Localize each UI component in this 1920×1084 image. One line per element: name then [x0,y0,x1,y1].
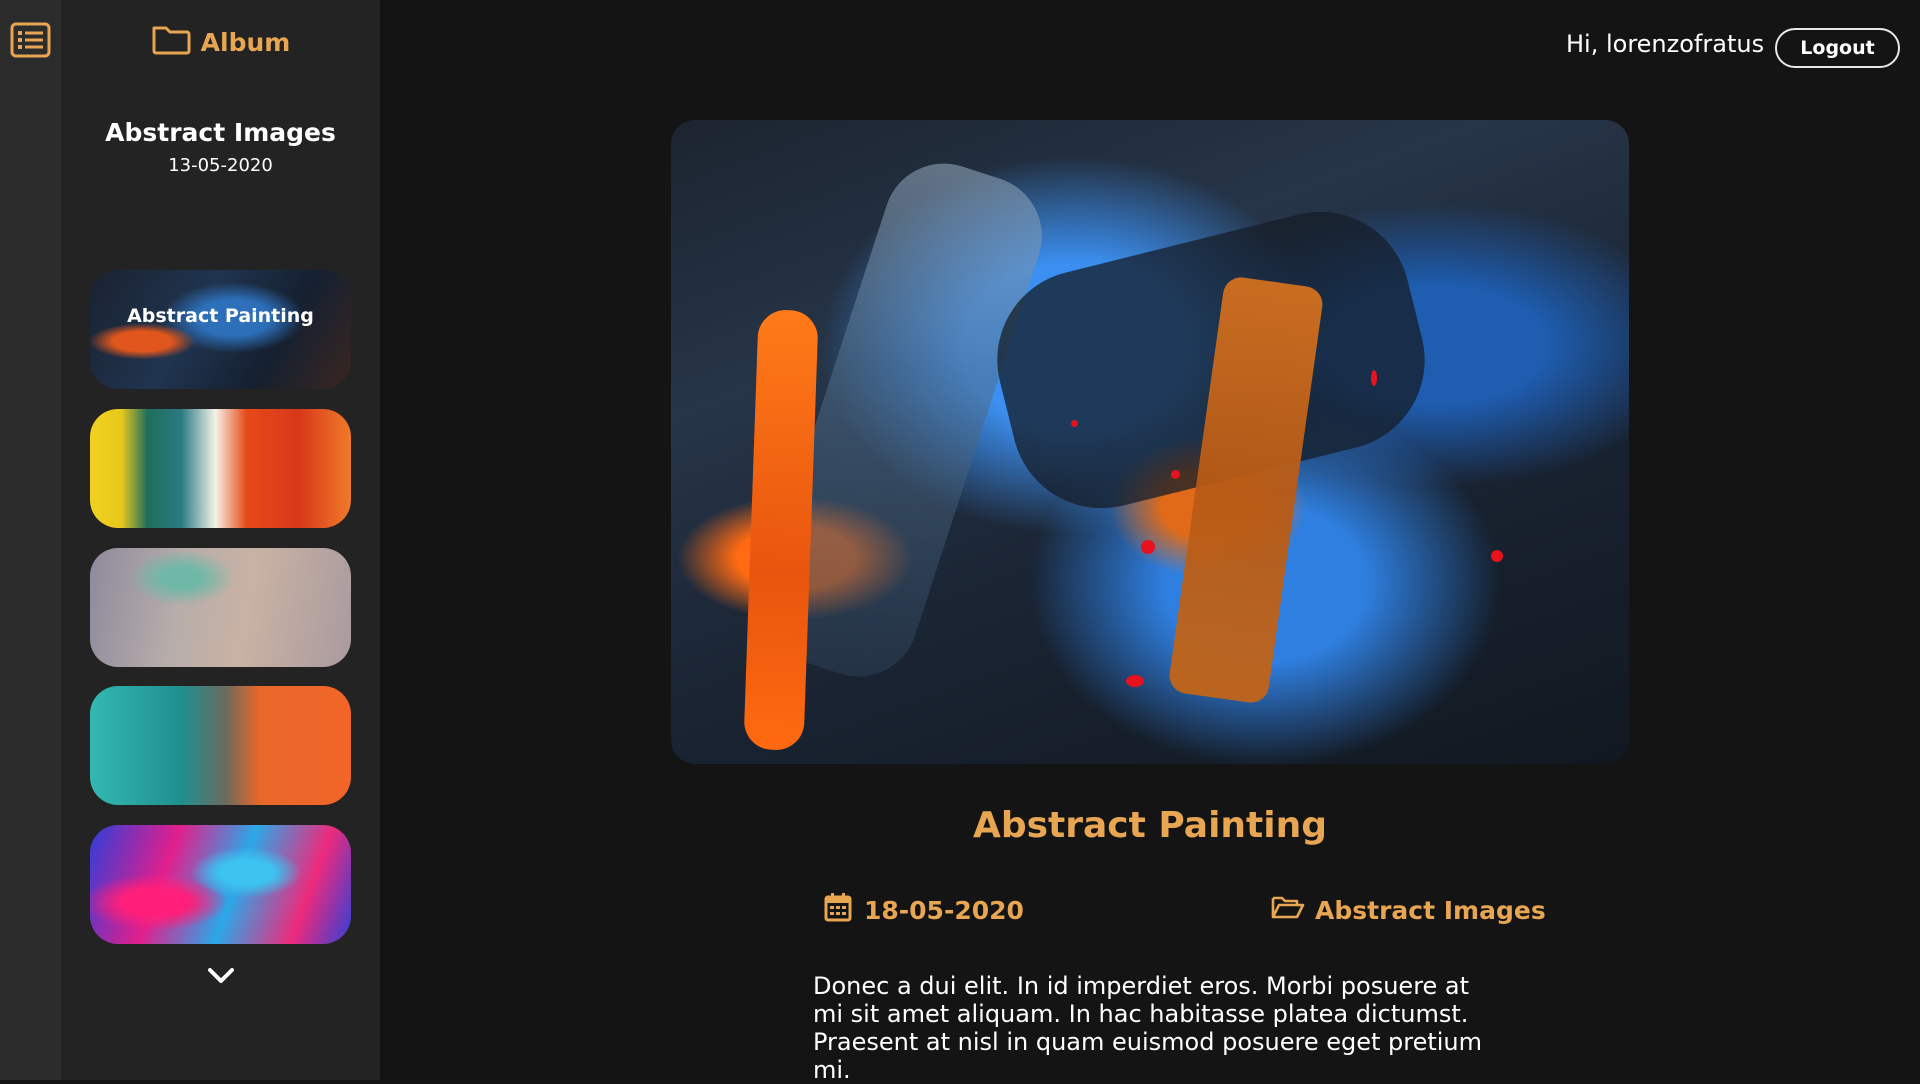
user-greeting: Hi, lorenzofratus [1566,30,1765,58]
list-icon[interactable] [10,22,51,58]
thumbnail-abstract-painting[interactable]: Abstract Painting [90,270,351,389]
thumbnail[interactable] [90,825,351,944]
album-header[interactable]: Album [61,22,380,62]
photo-date: 18-05-2020 [824,893,1024,927]
left-rail [0,0,61,1080]
thumbnail[interactable] [90,548,351,667]
photo-description: Donec a dui elit. In id imperdiet eros. … [813,972,1483,1084]
folder-icon [151,23,191,61]
thumbnail-label: Abstract Painting [127,305,314,327]
album-name: Abstract Images [105,118,336,147]
album-sidebar: Album Abstract Images 13-05-2020 Abstrac… [61,0,380,1080]
photo-date-text: 18-05-2020 [864,895,1024,925]
folder-open-icon [1271,894,1305,926]
calendar-icon [824,892,852,928]
photo-image [671,120,1629,764]
thumbnail[interactable] [90,686,351,805]
photo-album-text: Abstract Images [1315,895,1546,925]
album-date: 13-05-2020 [168,155,273,176]
chevron-down-icon[interactable] [206,964,236,988]
logout-button[interactable]: Logout [1775,28,1900,68]
album-header-label: Album [200,27,291,57]
photo-title: Abstract Painting [972,805,1328,846]
thumbnail[interactable] [90,409,351,528]
photo-album[interactable]: Abstract Images [1271,893,1546,927]
